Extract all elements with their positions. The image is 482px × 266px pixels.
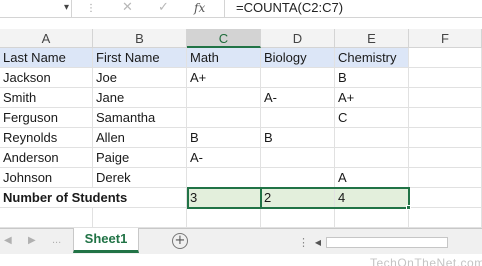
cell-a5[interactable]: Reynolds [0, 128, 93, 148]
cell-a3[interactable]: Smith [0, 88, 93, 108]
insert-function-icon[interactable]: fx [194, 0, 205, 16]
cell-e8[interactable]: 4 [335, 188, 409, 208]
cell-a9[interactable] [0, 208, 93, 228]
add-sheet-icon[interactable]: + [172, 233, 188, 249]
cell-c7[interactable] [187, 168, 261, 188]
cell-d8[interactable]: 2 [261, 188, 335, 208]
tab-split-handle[interactable]: ⋮ [298, 236, 309, 249]
table-row: Ferguson Samantha C [0, 108, 482, 128]
formula-bar-grip: ⋮ [86, 3, 96, 14]
more-sheets-icon[interactable]: ... [52, 234, 61, 246]
cell-f5[interactable] [409, 128, 482, 148]
cell-b2[interactable]: Joe [93, 68, 187, 88]
cell-f8[interactable] [409, 188, 482, 208]
cell-f2[interactable] [409, 68, 482, 88]
cell-a1[interactable]: Last Name [0, 48, 93, 68]
cell-e1[interactable]: Chemistry [335, 48, 409, 68]
cell-f7[interactable] [409, 168, 482, 188]
cell-d5[interactable]: B [261, 128, 335, 148]
cell-d7[interactable] [261, 168, 335, 188]
name-box[interactable]: ▾ [0, 0, 72, 17]
cell-f4[interactable] [409, 108, 482, 128]
formula-bar: ▾ ⋮ ✕ ✓ fx =COUNTA(C2:C7) [0, 0, 482, 18]
cell-b6[interactable]: Paige [93, 148, 187, 168]
cell-e2[interactable]: B [335, 68, 409, 88]
cell-c1[interactable]: Math [187, 48, 261, 68]
formula-input[interactable]: =COUNTA(C2:C7) [236, 0, 343, 16]
column-header-b[interactable]: B [93, 29, 187, 48]
cell-a4[interactable]: Ferguson [0, 108, 93, 128]
cell-c2[interactable]: A+ [187, 68, 261, 88]
cell-f3[interactable] [409, 88, 482, 108]
next-sheet-icon[interactable]: ▶ [28, 235, 36, 246]
horizontal-scrollbar[interactable]: ◀ [312, 236, 482, 249]
cell-b9[interactable] [93, 208, 187, 228]
cell-e6[interactable] [335, 148, 409, 168]
table-row: Johnson Derek A [0, 168, 482, 188]
cell-d4[interactable] [261, 108, 335, 128]
cell-a7[interactable]: Johnson [0, 168, 93, 188]
cell-c9[interactable] [187, 208, 261, 228]
cell-d6[interactable] [261, 148, 335, 168]
cell-b1[interactable]: First Name [93, 48, 187, 68]
cell-e4[interactable]: C [335, 108, 409, 128]
cell-b3[interactable]: Jane [93, 88, 187, 108]
cell-d9[interactable] [261, 208, 335, 228]
cell-a2[interactable]: Jackson [0, 68, 93, 88]
cell-f9[interactable] [409, 208, 482, 228]
table-row: Jackson Joe A+ B [0, 68, 482, 88]
table-row: Anderson Paige A- [0, 148, 482, 168]
sheet-tab-bar: ◀ ▶ ... Sheet1 + ⋮ ◀ [0, 228, 482, 254]
cell-b7[interactable]: Derek [93, 168, 187, 188]
cell-e3[interactable]: A+ [335, 88, 409, 108]
enter-check-icon[interactable]: ✓ [158, 0, 169, 16]
column-header-a[interactable]: A [0, 29, 93, 48]
column-header-f[interactable]: F [409, 29, 482, 48]
cell-c4[interactable] [187, 108, 261, 128]
column-header-e[interactable]: E [335, 29, 409, 48]
previous-sheet-icon[interactable]: ◀ [4, 235, 12, 246]
table-row [0, 208, 482, 228]
cell-d2[interactable] [261, 68, 335, 88]
formula-bar-divider [224, 0, 225, 17]
watermark-text: TechOnTheNet.com [370, 256, 482, 266]
cell-c5[interactable]: B [187, 128, 261, 148]
cell-f6[interactable] [409, 148, 482, 168]
cell-b5[interactable]: Allen [93, 128, 187, 148]
cell-d1[interactable]: Biology [261, 48, 335, 68]
tab-sheet1[interactable]: Sheet1 [73, 228, 139, 253]
cancel-icon[interactable]: ✕ [122, 0, 133, 16]
column-header-d[interactable]: D [261, 29, 335, 48]
cell-e5[interactable] [335, 128, 409, 148]
table-row: Reynolds Allen B B [0, 128, 482, 148]
cell-a8[interactable]: Number of Students [0, 188, 187, 208]
cell-e7[interactable]: A [335, 168, 409, 188]
column-header-c[interactable]: C [187, 29, 261, 48]
table-row: Smith Jane A- A+ [0, 88, 482, 108]
scroll-left-icon[interactable]: ◀ [312, 236, 324, 249]
fill-handle[interactable] [406, 205, 411, 210]
cell-b4[interactable]: Samantha [93, 108, 187, 128]
cell-f1[interactable] [409, 48, 482, 68]
table-header-row: Last Name First Name Math Biology Chemis… [0, 48, 482, 68]
cell-e9[interactable] [335, 208, 409, 228]
cell-c8[interactable]: 3 [187, 188, 261, 208]
cell-c3[interactable] [187, 88, 261, 108]
name-box-dropdown-icon[interactable]: ▾ [64, 1, 69, 15]
cell-a6[interactable]: Anderson [0, 148, 93, 168]
cell-d3[interactable]: A- [261, 88, 335, 108]
cell-c6[interactable]: A- [187, 148, 261, 168]
scrollbar-thumb[interactable] [326, 237, 448, 248]
